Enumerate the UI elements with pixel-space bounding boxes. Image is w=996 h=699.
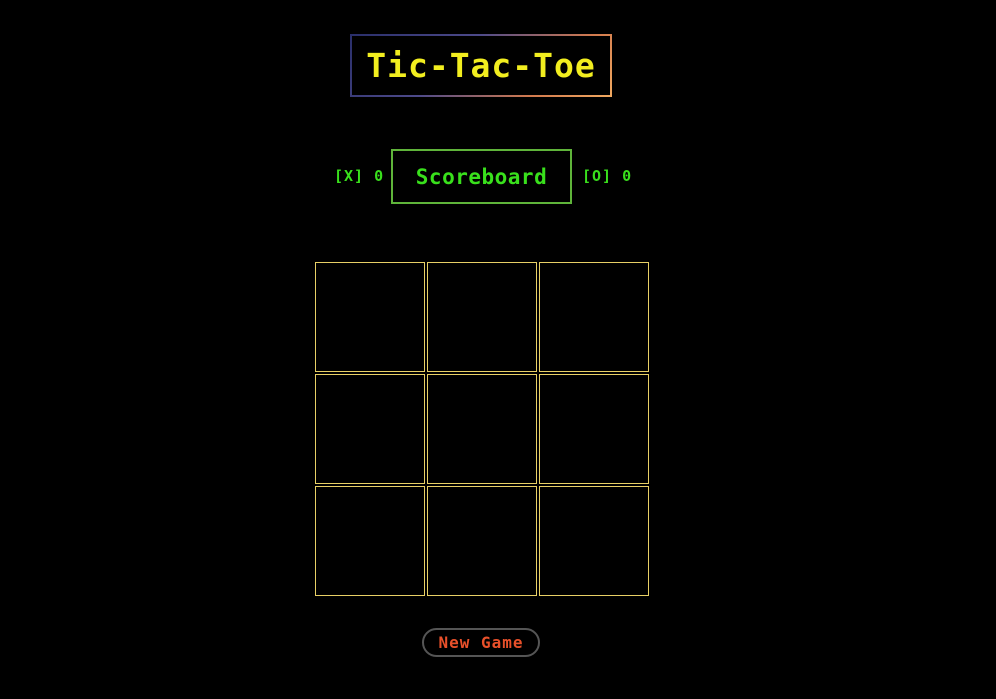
page-title: Tic-Tac-Toe — [366, 46, 596, 85]
board-cell-5[interactable] — [427, 374, 537, 484]
new-game-button[interactable]: New Game — [422, 628, 540, 657]
board-cell-9[interactable] — [539, 486, 649, 596]
board-cell-2[interactable] — [427, 262, 537, 372]
game-board — [315, 262, 649, 596]
title-box: Tic-Tac-Toe — [350, 34, 612, 97]
score-x-value: 0 — [374, 167, 385, 185]
board-cell-7[interactable] — [315, 486, 425, 596]
board-cell-3[interactable] — [539, 262, 649, 372]
score-o-value: 0 — [622, 167, 633, 185]
board-cell-6[interactable] — [539, 374, 649, 484]
board-cell-8[interactable] — [427, 486, 537, 596]
score-o: [O] 0 — [582, 167, 632, 185]
score-row: [X] 0 Scoreboard [O] 0 — [0, 149, 996, 204]
game-page: Tic-Tac-Toe [X] 0 Scoreboard [O] 0 New G… — [0, 0, 996, 699]
scoreboard-label: Scoreboard — [415, 164, 548, 189]
board-cell-1[interactable] — [315, 262, 425, 372]
scoreboard-box: Scoreboard — [391, 149, 572, 204]
score-x: [X] 0 — [334, 167, 384, 185]
board-cell-4[interactable] — [315, 374, 425, 484]
score-o-label: [O] — [582, 167, 613, 185]
score-x-label: [X] — [334, 167, 365, 185]
